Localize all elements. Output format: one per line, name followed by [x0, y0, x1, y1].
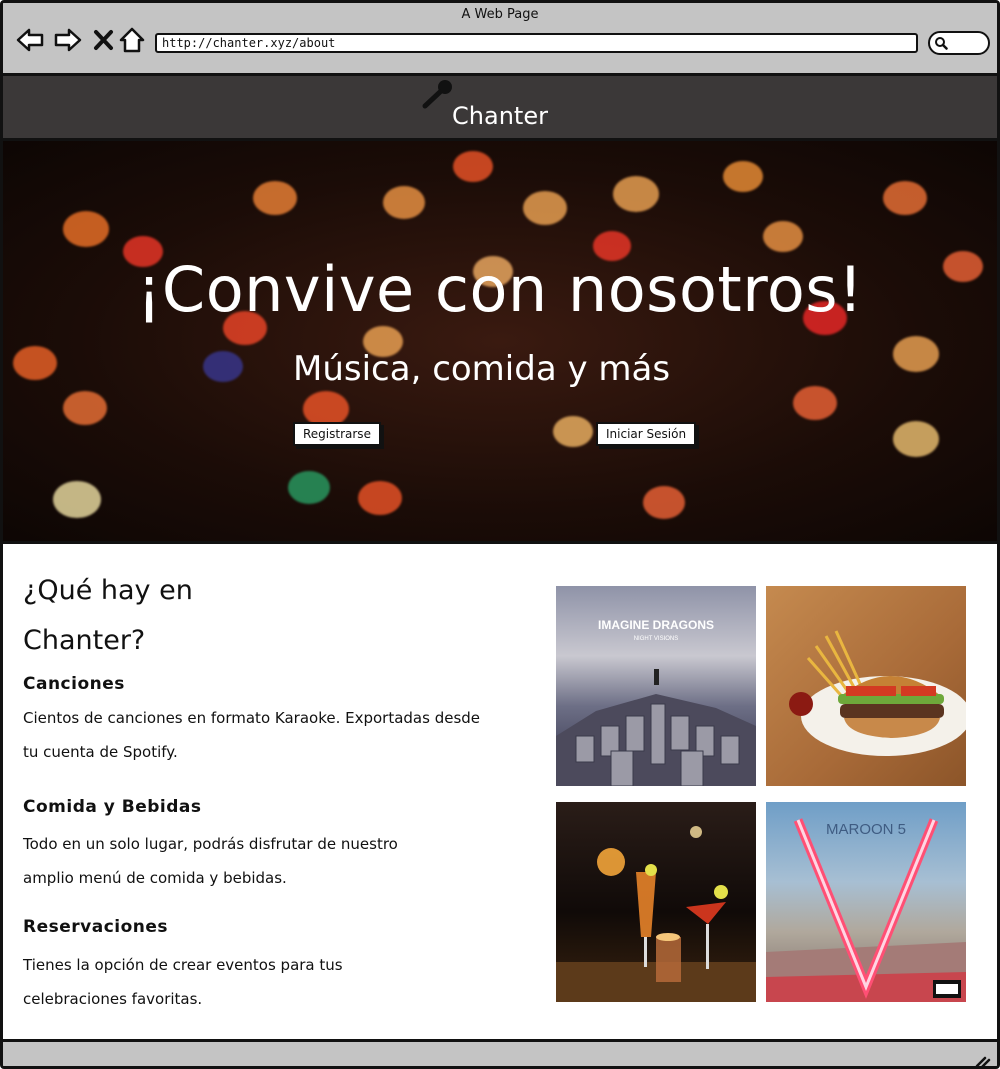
- search-field[interactable]: [928, 31, 990, 55]
- songs-text: Cientos de canciones en formato Karaoke.…: [23, 709, 481, 761]
- bokeh-light: [63, 211, 109, 247]
- section-title: ¿Qué hay en Chanter?: [23, 575, 193, 656]
- close-x-icon[interactable]: [89, 25, 119, 55]
- hero-subtitle: Música, comida y más: [293, 349, 671, 389]
- home-icon[interactable]: [117, 25, 147, 55]
- brand-name[interactable]: Chanter: [3, 102, 997, 130]
- bokeh-light: [523, 191, 567, 226]
- resize-handle-icon[interactable]: [975, 1054, 991, 1068]
- bokeh-light: [63, 391, 107, 426]
- food-text: Todo en un solo lugar, podrás disfrutar …: [23, 835, 398, 887]
- bokeh-light: [203, 351, 243, 383]
- bokeh-light: [723, 161, 763, 193]
- hero-title: ¡Convive con nosotros!: [136, 253, 864, 326]
- site-header: Chanter: [3, 76, 997, 141]
- reservations-text: Tienes la opción de crear eventos para t…: [23, 956, 343, 1008]
- bokeh-light: [893, 336, 939, 372]
- forward-arrow-icon[interactable]: [53, 25, 83, 55]
- search-icon: [935, 37, 948, 50]
- bokeh-light: [13, 346, 57, 381]
- reservations-heading: Reservaciones: [23, 917, 169, 937]
- bokeh-light: [53, 481, 101, 519]
- burger-photo: [766, 586, 966, 786]
- back-arrow-icon[interactable]: [15, 25, 45, 55]
- food-heading: Comida y Bebidas: [23, 797, 202, 817]
- browser-toolbar: A Web Page http://chanter.xyz/about: [3, 3, 997, 76]
- bokeh-light: [383, 186, 425, 219]
- bokeh-light: [453, 151, 493, 183]
- browser-window: A Web Page http://chanter.xyz/about Chan…: [0, 0, 1000, 1069]
- album-subtitle-text: NIGHT VISIONS: [634, 636, 679, 642]
- bokeh-light: [763, 221, 803, 253]
- bokeh-light: [288, 471, 330, 504]
- album-title-text: IMAGINE DRAGONS: [598, 618, 714, 632]
- bokeh-light: [613, 176, 659, 212]
- window-title: A Web Page: [461, 7, 539, 22]
- album-cover-maroon5: MAROON 5: [766, 802, 966, 1002]
- songs-heading: Canciones: [23, 674, 125, 694]
- bokeh-light: [253, 181, 297, 216]
- login-button[interactable]: Iniciar Sesión: [596, 422, 697, 446]
- address-bar[interactable]: http://chanter.xyz/about: [155, 33, 918, 53]
- album-cover-imagine-dragons: IMAGINE DRAGONS NIGHT VISIONS: [556, 586, 756, 786]
- about-section: ¿Qué hay en Chanter? Canciones Cientos d…: [3, 541, 997, 1042]
- browser-status-bar: [3, 1039, 997, 1068]
- bokeh-light: [883, 181, 927, 216]
- bokeh-light: [358, 481, 402, 516]
- bokeh-light: [893, 421, 939, 457]
- bokeh-light: [643, 486, 685, 519]
- cocktails-photo: [556, 802, 756, 1002]
- bokeh-light: [553, 416, 593, 448]
- album-title-text: MAROON 5: [826, 821, 906, 838]
- register-button[interactable]: Registrarse: [293, 422, 381, 446]
- bokeh-light: [793, 386, 837, 421]
- hero-banner: ¡Convive con nosotros! Música, comida y …: [3, 141, 997, 541]
